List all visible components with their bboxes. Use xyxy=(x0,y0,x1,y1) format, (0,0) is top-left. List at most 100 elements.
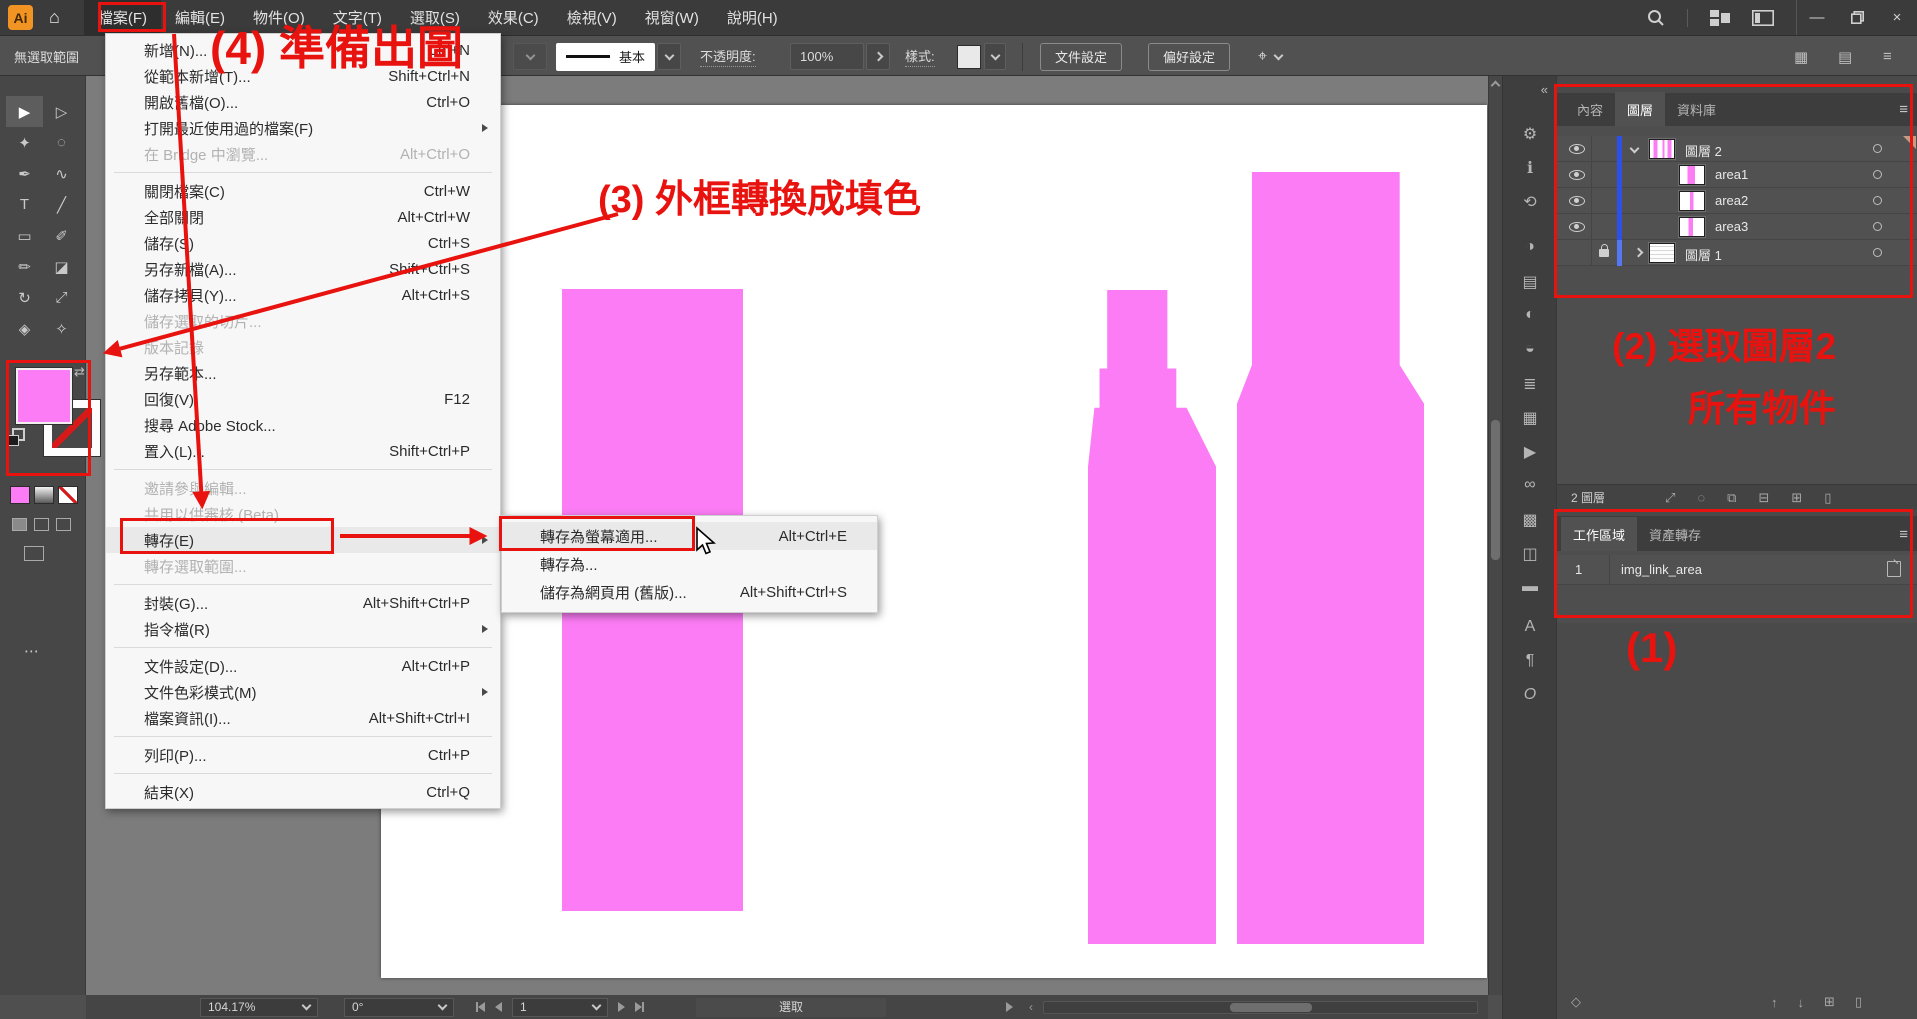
gradient-mode-swatch[interactable] xyxy=(34,486,54,504)
opentype-icon[interactable]: O xyxy=(1503,686,1557,704)
horizontal-scroll-thumb[interactable] xyxy=(1230,1003,1312,1012)
menu-item-search-adobe-stock[interactable]: 搜尋 Adobe Stock... xyxy=(106,412,500,438)
next-artboard-icon[interactable] xyxy=(618,1002,625,1012)
color-icon[interactable]: ◑ xyxy=(1503,238,1557,256)
menu-edit[interactable]: 編輯(E) xyxy=(161,0,239,35)
target-circle-icon[interactable] xyxy=(1873,196,1882,205)
previous-artboard-icon[interactable] xyxy=(495,1002,502,1012)
menu-item-close[interactable]: 關閉檔案(C)Ctrl+W xyxy=(106,178,500,204)
target-circle-icon[interactable] xyxy=(1873,170,1882,179)
home-icon[interactable]: ⌂ xyxy=(49,7,60,28)
minimize-button[interactable]: — xyxy=(1797,0,1837,35)
object-name[interactable]: area3 xyxy=(1715,219,1748,234)
collapse-layer-icon[interactable] xyxy=(1630,144,1640,154)
properties-icon[interactable]: ⚙ xyxy=(1503,124,1557,144)
menu-item-export[interactable]: 轉存(E) xyxy=(106,527,500,553)
magenta-bottle-large[interactable] xyxy=(1237,172,1424,944)
layer-row[interactable]: area1 xyxy=(1557,162,1917,188)
fill-color-swatch[interactable] xyxy=(16,368,72,424)
collect-for-export-icon[interactable]: ⤢ xyxy=(1665,490,1675,506)
style-label[interactable]: 樣式: xyxy=(905,46,935,67)
move-down-icon[interactable]: ↓ xyxy=(1798,995,1805,1010)
menu-effect[interactable]: 效果(C) xyxy=(474,0,553,35)
scale-tool[interactable]: ⤢ xyxy=(43,282,80,313)
menu-item-open-recent[interactable]: 打開最近使用過的檔案(F) xyxy=(106,115,500,141)
zoom-level-dropdown[interactable]: 104.17% xyxy=(200,998,318,1017)
appearance-icon[interactable]: ≣ xyxy=(1503,374,1557,394)
search-icon[interactable] xyxy=(1647,9,1665,27)
eyedropper-tool[interactable]: ✧ xyxy=(43,313,80,344)
lock-icon[interactable] xyxy=(1599,249,1609,257)
workspace-switcher-icon[interactable] xyxy=(1710,10,1730,26)
menu-view[interactable]: 檢視(V) xyxy=(553,0,631,35)
curvature-tool[interactable]: ∿ xyxy=(43,158,80,189)
layer-row[interactable]: area2 xyxy=(1557,188,1917,214)
menu-window[interactable]: 視窗(W) xyxy=(631,0,713,35)
eraser-tool[interactable]: ◪ xyxy=(43,251,80,282)
menu-object[interactable]: 物件(O) xyxy=(239,0,319,35)
magic-wand-tool[interactable]: ✦ xyxy=(6,127,43,158)
visibility-icon[interactable] xyxy=(1569,170,1585,180)
panel-menu-icon[interactable]: ≡ xyxy=(1899,526,1908,543)
menu-item-save[interactable]: 儲存(S)Ctrl+S xyxy=(106,230,500,256)
menu-item-save-as-template[interactable]: 另存範本... xyxy=(106,360,500,386)
arrange-documents-icon[interactable] xyxy=(1752,10,1774,26)
new-artboard-icon[interactable]: ⊞ xyxy=(1824,994,1835,1010)
opacity-label[interactable]: 不透明度: xyxy=(700,46,756,67)
type-tool[interactable]: T xyxy=(6,189,43,220)
style-dropdown-arrow[interactable] xyxy=(984,43,1006,70)
paintbrush-tool[interactable]: ✐ xyxy=(43,220,80,251)
links-icon[interactable]: ∞ xyxy=(1503,476,1557,494)
menu-item-print[interactable]: 列印(P)...Ctrl+P xyxy=(106,742,500,768)
menu-item-open[interactable]: 開啟舊檔(O)...Ctrl+O xyxy=(106,89,500,115)
expand-layer-icon[interactable] xyxy=(1634,248,1644,258)
direct-selection-tool[interactable]: ▷ xyxy=(43,96,80,127)
gradient-icon[interactable]: ◐ xyxy=(1503,306,1557,324)
layer-thumbnail[interactable] xyxy=(1649,243,1675,263)
pencil-tool[interactable]: ✏ xyxy=(6,251,43,282)
status-expand-icon[interactable] xyxy=(1006,1002,1013,1012)
panel-menu-icon[interactable]: ≡ xyxy=(1899,101,1908,118)
new-sublayer-icon[interactable]: ⊟ xyxy=(1758,490,1769,506)
move-up-icon[interactable]: ↑ xyxy=(1771,995,1778,1010)
variable-width-dropdown[interactable] xyxy=(513,43,547,70)
actions-icon[interactable]: ▶ xyxy=(1503,442,1557,462)
menu-item-revert[interactable]: 回復(V)F12 xyxy=(106,386,500,412)
artboard-page-icon[interactable] xyxy=(1887,561,1901,577)
artboard-number-dropdown[interactable]: 1 xyxy=(512,998,608,1017)
gradient-bar-icon[interactable]: ▬ xyxy=(1503,578,1557,596)
layer-name[interactable]: 圖層 1 xyxy=(1685,245,1722,264)
menu-file[interactable]: 檔案(F) xyxy=(84,0,161,35)
delete-layer-icon[interactable]: ▯ xyxy=(1824,490,1831,506)
rotation-dropdown[interactable]: 0° xyxy=(344,998,454,1017)
vertical-scroll-thumb[interactable] xyxy=(1491,420,1500,560)
menu-item-place[interactable]: 置入(L)...Shift+Ctrl+P xyxy=(106,438,500,464)
menu-item-new[interactable]: 新增(N)...Ctrl+N xyxy=(106,37,500,63)
close-button[interactable]: × xyxy=(1877,0,1917,35)
layer-name[interactable]: 圖層 2 xyxy=(1685,141,1722,160)
control-panel-menu-icon[interactable]: ≡ xyxy=(1883,36,1892,77)
swap-fill-stroke-icon[interactable]: ⇄ xyxy=(74,364,85,380)
tab-libraries[interactable]: 資料庫 xyxy=(1665,92,1728,126)
screen-mode-icon[interactable] xyxy=(24,546,44,561)
layer-row[interactable]: 圖層 2 xyxy=(1557,136,1917,162)
visibility-icon[interactable] xyxy=(1569,144,1585,154)
draw-normal-icon[interactable] xyxy=(12,518,27,531)
menu-item-exit[interactable]: 結束(X)Ctrl+Q xyxy=(106,779,500,805)
menu-select[interactable]: 選取(S) xyxy=(396,0,474,35)
layer-row[interactable]: 圖層 1 xyxy=(1557,240,1917,266)
opacity-input[interactable]: 100% xyxy=(790,43,864,70)
menu-item-save-a-copy[interactable]: 儲存拷貝(Y)...Alt+Ctrl+S xyxy=(106,282,500,308)
rotate-tool[interactable]: ↻ xyxy=(6,282,43,313)
character-icon[interactable]: A xyxy=(1503,618,1557,636)
object-thumbnail[interactable] xyxy=(1679,217,1705,237)
menu-item-document-color-mode[interactable]: 文件色彩模式(M) xyxy=(106,679,500,705)
target-circle-icon[interactable] xyxy=(1873,222,1882,231)
menu-item-scripts[interactable]: 指令檔(R) xyxy=(106,616,500,642)
locate-object-icon[interactable]: ◌ xyxy=(1697,490,1705,505)
horizontal-scrollbar[interactable] xyxy=(1043,1001,1478,1014)
clipping-mask-icon[interactable]: ⧉ xyxy=(1727,490,1736,506)
document-setup-button[interactable]: 文件設定 xyxy=(1040,43,1122,71)
pattern-icon[interactable]: ▩ xyxy=(1503,510,1557,530)
artboard-row[interactable]: 1 img_link_area xyxy=(1557,555,1917,585)
